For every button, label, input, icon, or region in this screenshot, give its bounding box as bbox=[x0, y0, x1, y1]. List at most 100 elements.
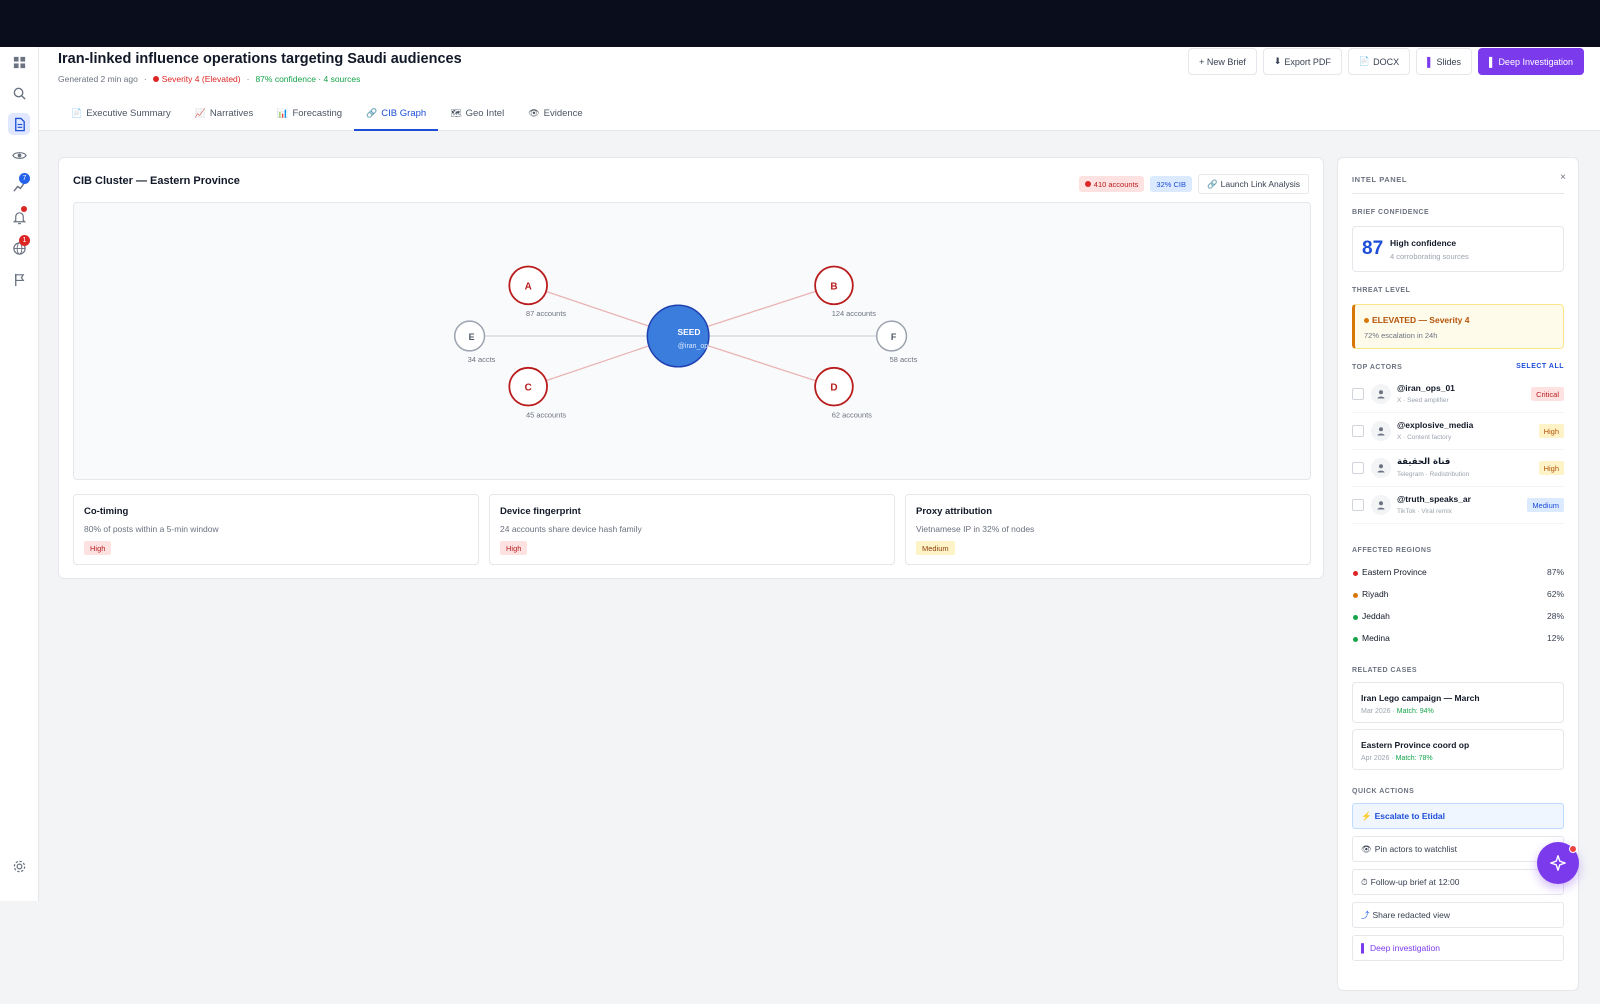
tab-geo-intel[interactable]: 🗺 Geo Intel bbox=[438, 97, 516, 131]
case-title: Eastern Province coord op bbox=[1361, 740, 1470, 750]
actor-checkbox[interactable] bbox=[1352, 388, 1364, 400]
actor-checkbox[interactable] bbox=[1352, 462, 1364, 474]
user-icon bbox=[1371, 384, 1391, 404]
network-graph-svg: A 87 accounts B 124 accounts C 45 accoun… bbox=[453, 265, 918, 420]
followup-brief-button[interactable]: ⏱ Follow-up brief at 12:00 bbox=[1352, 869, 1564, 895]
severity-indicator: Severity 4 (Elevated) bbox=[152, 74, 241, 84]
launch-link-analysis-label: Launch Link Analysis bbox=[1220, 179, 1300, 189]
share-label: Share redacted view bbox=[1372, 910, 1451, 920]
globe-icon[interactable]: 1 bbox=[8, 235, 30, 259]
bell-icon[interactable] bbox=[8, 206, 30, 228]
signal-level-badge: High bbox=[84, 541, 112, 555]
actor-row[interactable]: قناة الحقيقة Telegram · Redistribution H… bbox=[1352, 451, 1564, 487]
select-all-link[interactable]: SELECT ALL bbox=[1516, 363, 1564, 370]
actor-row[interactable]: @explosive_media X · Content factory Hig… bbox=[1352, 414, 1564, 450]
node-seed-label: SEED bbox=[678, 327, 701, 337]
actor-risk-badge: High bbox=[1538, 424, 1564, 438]
region-row: Riyadh 62% bbox=[1352, 586, 1564, 606]
document-icon[interactable] bbox=[8, 113, 30, 135]
region-dot-icon bbox=[1353, 637, 1358, 642]
region-row: Medina 12% bbox=[1352, 630, 1564, 650]
panel-divider bbox=[1352, 193, 1564, 194]
meta-separator: · bbox=[143, 74, 147, 84]
region-row: Eastern Province 87% bbox=[1352, 564, 1564, 584]
actor-risk-badge: Critical bbox=[1531, 387, 1564, 401]
fab-notification-dot bbox=[1569, 845, 1577, 853]
actor-row[interactable]: @iran_ops_01 X · Seed amplifier Critical bbox=[1352, 377, 1564, 413]
deep-investigation-button[interactable]: ▌ Deep Investigation bbox=[1478, 48, 1584, 75]
close-icon[interactable]: × bbox=[1560, 172, 1566, 183]
slides-button[interactable]: ▌ Slides bbox=[1416, 48, 1473, 75]
user-icon bbox=[1371, 458, 1391, 478]
actor-name: قناة الحقيقة bbox=[1397, 457, 1451, 467]
share-redacted-button[interactable]: ⤴ Share redacted view bbox=[1352, 902, 1564, 928]
cib-percent-badge: 32% CIB bbox=[1150, 176, 1193, 192]
eye-icon: 👁 bbox=[528, 107, 540, 118]
cib-card-badges: 410 accounts 32% CIB 🔗 Launch Link Analys… bbox=[1078, 174, 1309, 194]
case-date: Apr 2026 · bbox=[1361, 755, 1396, 762]
severity-dot-icon bbox=[152, 76, 159, 82]
region-percent: 28% bbox=[1546, 611, 1564, 621]
analysis-badge: 7 bbox=[19, 173, 30, 184]
actor-checkbox[interactable] bbox=[1352, 499, 1364, 511]
search-icon[interactable] bbox=[8, 82, 30, 104]
pin-watchlist-button[interactable]: 👁 Pin actors to watchlist bbox=[1352, 836, 1564, 862]
affected-regions-heading: AFFECTED REGIONS bbox=[1352, 547, 1432, 554]
region-dot-icon bbox=[1353, 593, 1358, 598]
signal-title: Proxy attribution bbox=[916, 506, 993, 517]
actor-name: @iran_ops_01 bbox=[1397, 383, 1455, 393]
region-name: Medina bbox=[1362, 633, 1390, 643]
accounts-badge: 410 accounts bbox=[1078, 176, 1145, 192]
confidence-text: 87% confidence · 4 sources bbox=[255, 74, 361, 84]
confidence-score: 87 bbox=[1362, 238, 1384, 259]
related-case-card[interactable]: Eastern Province coord op Apr 2026 · Mat… bbox=[1352, 729, 1564, 770]
signal-card-co-timing: Co-timing 80% of posts within a 5-min wi… bbox=[73, 494, 479, 565]
actor-platform: X · Seed amplifier bbox=[1397, 397, 1449, 404]
cib-cluster-card: CIB Cluster — Eastern Province 410 accou… bbox=[58, 157, 1324, 579]
signal-level-badge: Medium bbox=[916, 541, 955, 555]
related-case-card[interactable]: Iran Lego campaign — March Mar 2026 · Ma… bbox=[1352, 682, 1564, 723]
node-c-label: C bbox=[525, 383, 532, 394]
docx-button[interactable]: 📄 DOCX bbox=[1347, 48, 1411, 75]
signal-description: 80% of posts within a 5-min window bbox=[84, 524, 219, 534]
actor-checkbox[interactable] bbox=[1352, 425, 1364, 437]
node-b[interactable]: B 124 accounts bbox=[814, 265, 876, 319]
confidence-label: High confidence bbox=[1390, 238, 1457, 248]
node-d[interactable]: D 62 accounts bbox=[814, 366, 872, 420]
node-c[interactable]: C 45 accounts bbox=[508, 366, 566, 420]
settings-icon[interactable] bbox=[8, 855, 30, 877]
launch-link-analysis-button[interactable]: 🔗 Launch Link Analysis bbox=[1198, 174, 1309, 194]
region-row: Jeddah 28% bbox=[1352, 608, 1564, 628]
node-a-count: 87 accounts bbox=[526, 309, 566, 318]
assistant-fab-button[interactable] bbox=[1537, 842, 1579, 884]
meta-separator: · bbox=[246, 74, 250, 84]
node-a[interactable]: A 87 accounts bbox=[508, 265, 566, 319]
eye-icon[interactable] bbox=[8, 144, 30, 166]
new-brief-button[interactable]: + New Brief bbox=[1188, 48, 1257, 75]
grid-icon[interactable] bbox=[8, 51, 30, 73]
deep-investigation-action[interactable]: ▌ Deep investigation bbox=[1352, 935, 1564, 961]
threat-dot-icon bbox=[1364, 317, 1369, 323]
analysis-icon[interactable]: 7 bbox=[8, 173, 30, 197]
threat-level-heading: THREAT LEVEL bbox=[1352, 287, 1411, 294]
tab-label: CIB Graph bbox=[381, 107, 427, 119]
node-seed-handle: @iran_op bbox=[678, 343, 708, 350]
signal-card-proxy-attribution: Proxy attribution Vietnamese IP in 32% o… bbox=[905, 494, 1311, 565]
region-name: Eastern Province bbox=[1362, 567, 1427, 577]
case-match: Match: 94% bbox=[1396, 708, 1434, 715]
node-f-count: 58 accts bbox=[890, 355, 918, 364]
tab-executive-summary[interactable]: 📄 Executive Summary bbox=[59, 97, 183, 131]
tab-label: Forecasting bbox=[292, 107, 343, 119]
actor-platform: TikTok · Viral remix bbox=[1397, 508, 1452, 515]
actor-row[interactable]: @truth_speaks_ar TikTok · Viral remix Me… bbox=[1352, 488, 1564, 524]
tab-evidence[interactable]: 👁 Evidence bbox=[516, 97, 595, 131]
export-pdf-button[interactable]: ⬇ Export PDF bbox=[1262, 48, 1342, 75]
node-seed[interactable]: SEED @iran_op bbox=[646, 304, 710, 368]
flag-icon[interactable] bbox=[8, 268, 30, 290]
node-f[interactable]: F 58 accts bbox=[875, 320, 918, 364]
tab-narratives[interactable]: 📈 Narratives bbox=[183, 97, 266, 131]
escalate-button[interactable]: ⚡ Escalate to Etidal bbox=[1352, 803, 1564, 829]
tab-forecasting[interactable]: 📊 Forecasting bbox=[265, 97, 354, 131]
node-e[interactable]: E 34 accts bbox=[453, 320, 496, 364]
tab-cib-graph[interactable]: 🔗 CIB Graph bbox=[354, 97, 439, 131]
